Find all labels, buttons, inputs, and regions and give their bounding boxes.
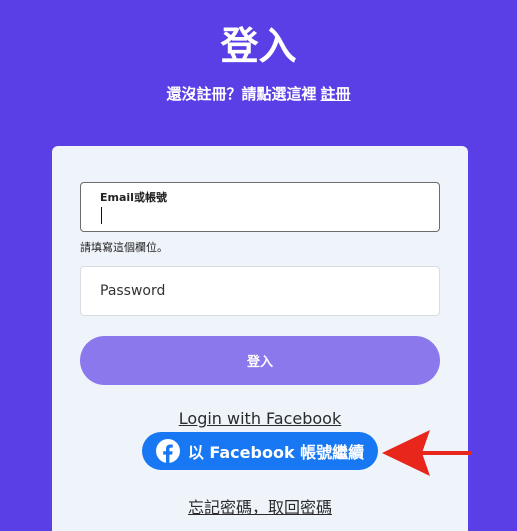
text-caret: [101, 207, 102, 224]
facebook-icon: [155, 439, 180, 463]
validation-message: 請填寫這個欄位。: [80, 241, 168, 254]
login-page: 登入 還沒註冊？請點選這裡 註冊 Email或帳號 請填寫這個欄位。 登入 Log…: [0, 0, 517, 531]
facebook-continue-label: 以 Facebook 帳號繼續: [187, 443, 365, 462]
register-prompt-text: 還沒註冊？請點選這裡: [166, 85, 317, 103]
login-button[interactable]: 登入: [80, 336, 440, 385]
email-field[interactable]: Email或帳號: [80, 182, 440, 232]
annotation-arrow-icon: [382, 430, 472, 476]
facebook-continue-button[interactable]: 以 Facebook 帳號繼續: [142, 432, 378, 470]
email-field-label: Email或帳號: [100, 191, 167, 204]
forgot-password-link[interactable]: 忘記密碼，取回密碼: [52, 494, 468, 518]
password-field[interactable]: [81, 267, 439, 315]
register-prompt: 還沒註冊？請點選這裡 註冊: [0, 84, 517, 104]
register-link[interactable]: 註冊: [321, 85, 351, 103]
password-field-wrapper: [80, 266, 440, 316]
page-title: 登入: [220, 24, 297, 68]
login-with-facebook-link[interactable]: Login with Facebook: [52, 409, 468, 428]
